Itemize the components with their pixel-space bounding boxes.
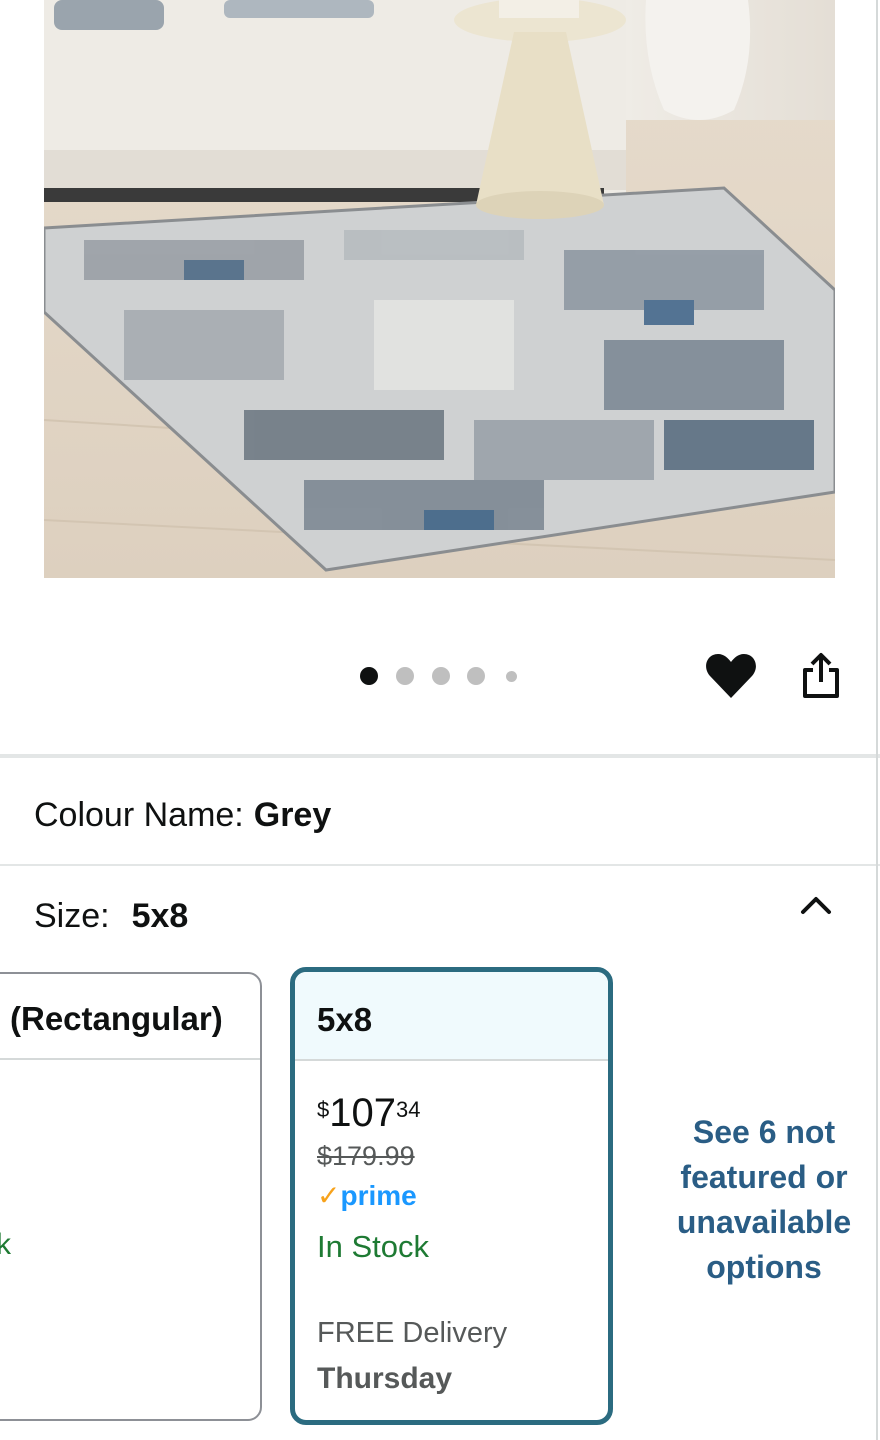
carousel-dot-1[interactable] [360,667,378,685]
viewport-edge [876,0,878,1440]
size-option-title: (Rectangular) [0,974,260,1060]
price-whole: 107 [329,1091,396,1135]
colour-name-row: Colour Name: Grey [34,796,331,835]
carousel-dot-3[interactable] [432,667,450,685]
section-divider [0,754,880,758]
product-image[interactable] [44,0,835,578]
size-option-card-rectangular[interactable]: (Rectangular) k [0,972,262,1421]
colour-value: Grey [253,796,332,834]
stock-status: k [0,1228,11,1262]
heart-icon[interactable] [705,652,757,700]
share-icon[interactable] [800,652,842,700]
chevron-up-icon[interactable] [798,890,834,920]
price: $10734 [317,1091,420,1136]
size-option-card-selected[interactable]: 5x8 $10734 $179.99 ✓prime In Stock FREE … [290,967,613,1425]
see-more-line: unavailable [676,1204,852,1240]
stock-status: In Stock [317,1229,429,1264]
colour-label: Colour Name: [34,796,244,834]
row-divider [0,864,880,866]
price-symbol: $ [317,1097,330,1122]
image-carousel-dots[interactable] [355,664,525,688]
delivery-day: Thursday [317,1362,453,1395]
size-option-title: 5x8 [295,972,608,1061]
prime-badge: ✓prime [317,1179,417,1213]
see-more-options-link[interactable]: See 6 not featured or unavailable option… [640,1110,880,1290]
see-more-line: featured or [680,1159,848,1195]
prime-label: prime [340,1180,417,1211]
carousel-dot-4[interactable] [467,667,485,685]
carousel-dot-5[interactable] [506,671,517,682]
size-label: Size: [34,897,110,935]
carousel-dot-2[interactable] [396,667,414,685]
size-value: 5x8 [131,897,189,935]
size-row[interactable]: Size: 5x8 [34,897,188,936]
see-more-line: See 6 not [692,1114,836,1150]
price-fraction: 34 [396,1097,421,1122]
prime-check-icon: ✓ [317,1180,341,1211]
delivery-text: FREE Delivery [317,1317,508,1349]
see-more-line: options [706,1249,822,1285]
list-price: $179.99 [317,1141,415,1171]
